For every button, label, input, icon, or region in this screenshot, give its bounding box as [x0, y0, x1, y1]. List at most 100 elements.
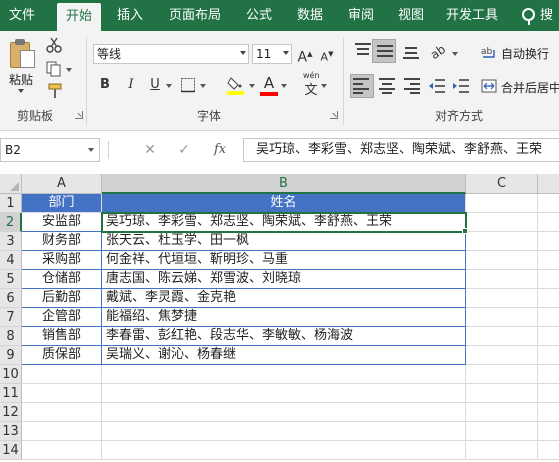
empty-cell[interactable]: [538, 384, 559, 403]
paste-icon[interactable]: [10, 39, 36, 69]
insert-function-button[interactable]: fx: [214, 140, 234, 160]
fill-handle[interactable]: [462, 228, 468, 234]
borders-icon[interactable]: [180, 77, 196, 93]
table-cell-names[interactable]: 吴瑞义、谢沁、杨春继: [102, 346, 466, 365]
empty-cell[interactable]: [466, 365, 538, 384]
table-cell-department[interactable]: 财务部: [22, 232, 102, 251]
bold-button[interactable]: B: [96, 75, 114, 95]
font-color-icon[interactable]: A: [260, 73, 278, 93]
tab-file[interactable]: 文件: [0, 0, 44, 31]
row-header[interactable]: 8: [0, 327, 22, 346]
wrap-text-icon[interactable]: ab: [481, 44, 497, 60]
align-right-icon[interactable]: [402, 78, 420, 94]
column-header-c[interactable]: C: [466, 174, 538, 194]
row-header[interactable]: 9: [0, 346, 22, 365]
row-header[interactable]: 1: [0, 194, 22, 213]
row-header[interactable]: 2: [0, 213, 22, 232]
empty-cell[interactable]: [538, 194, 559, 213]
merge-center-button[interactable]: 合并后居中: [501, 79, 559, 96]
empty-cell[interactable]: [22, 403, 102, 422]
orientation-dropdown-icon[interactable]: [452, 52, 458, 56]
row-header[interactable]: 12: [0, 403, 22, 422]
phonetic-guide-icon[interactable]: 文: [303, 81, 319, 101]
empty-cell[interactable]: [22, 441, 102, 460]
table-cell-names[interactable]: 唐志国、陈云娣、郑雪波、刘晓琼: [102, 270, 466, 289]
empty-cell[interactable]: [102, 441, 466, 460]
empty-cell[interactable]: [538, 365, 559, 384]
empty-cell[interactable]: [466, 194, 538, 213]
tab-data[interactable]: 数据: [288, 0, 332, 31]
table-header-name[interactable]: 姓名: [102, 194, 466, 213]
empty-cell[interactable]: [538, 251, 559, 270]
tab-developer[interactable]: 开发工具: [440, 0, 504, 31]
table-cell-names[interactable]: 戴斌、李灵霞、金克艳: [102, 289, 466, 308]
cancel-icon[interactable]: ✕: [140, 140, 160, 160]
align-left-icon[interactable]: [353, 78, 371, 94]
grow-font-icon[interactable]: A▲: [296, 44, 314, 66]
phonetic-dropdown-icon[interactable]: [321, 84, 327, 88]
empty-cell[interactable]: [466, 327, 538, 346]
table-cell-department[interactable]: 安监部: [22, 213, 102, 232]
underline-button[interactable]: U: [146, 75, 164, 95]
italic-button[interactable]: I: [122, 75, 140, 95]
empty-cell[interactable]: [466, 403, 538, 422]
empty-cell[interactable]: [22, 384, 102, 403]
row-header[interactable]: 7: [0, 308, 22, 327]
empty-cell[interactable]: [538, 213, 559, 232]
row-header[interactable]: 11: [0, 384, 22, 403]
table-cell-department[interactable]: 企管部: [22, 308, 102, 327]
column-header-a[interactable]: A: [22, 174, 102, 194]
empty-cell[interactable]: [538, 441, 559, 460]
font-color-dropdown-icon[interactable]: [281, 84, 287, 88]
row-header[interactable]: 5: [0, 270, 22, 289]
font-dialog-launcher-icon[interactable]: [330, 111, 338, 119]
table-cell-names[interactable]: 李春雷、彭红艳、段志华、李敏敏、杨海波: [102, 327, 466, 346]
tab-insert[interactable]: 插入: [108, 0, 152, 31]
empty-cell[interactable]: [466, 346, 538, 365]
formula-input[interactable]: 吴巧琼、李彩雪、郑志坚、陶荣斌、李舒燕、王荣: [243, 138, 559, 162]
cut-icon[interactable]: [46, 37, 62, 53]
name-box-dropdown-icon[interactable]: [88, 148, 94, 152]
font-size-dropdown-icon[interactable]: [283, 51, 289, 55]
paste-dropdown-icon[interactable]: [18, 89, 24, 93]
empty-cell[interactable]: [22, 365, 102, 384]
empty-cell[interactable]: [466, 251, 538, 270]
fill-color-icon[interactable]: [226, 75, 246, 95]
select-all-button[interactable]: [0, 174, 22, 194]
align-center-icon[interactable]: [378, 78, 396, 94]
empty-cell[interactable]: [466, 441, 538, 460]
wrap-text-button[interactable]: 自动换行: [501, 45, 549, 62]
copy-icon[interactable]: [46, 61, 62, 77]
empty-cell[interactable]: [538, 422, 559, 441]
column-header-d[interactable]: [538, 174, 559, 194]
paste-button[interactable]: 粘贴: [9, 71, 33, 88]
empty-cell[interactable]: [538, 289, 559, 308]
table-cell-names[interactable]: 能福绍、焦梦捷: [102, 308, 466, 327]
empty-cell[interactable]: [466, 232, 538, 251]
empty-cell[interactable]: [466, 289, 538, 308]
copy-dropdown-icon[interactable]: [66, 68, 72, 72]
align-bottom-icon[interactable]: [402, 43, 420, 59]
empty-cell[interactable]: [466, 384, 538, 403]
empty-cell[interactable]: [102, 403, 466, 422]
table-cell-department[interactable]: 仓储部: [22, 270, 102, 289]
table-cell-department[interactable]: 采购部: [22, 251, 102, 270]
table-cell-names[interactable]: 何金祥、代垣垣、靳明珍、马重: [102, 251, 466, 270]
empty-cell[interactable]: [466, 213, 538, 232]
merge-center-icon[interactable]: [481, 78, 497, 94]
empty-cell[interactable]: [466, 308, 538, 327]
tab-formulas[interactable]: 公式: [237, 0, 281, 31]
empty-cell[interactable]: [538, 232, 559, 251]
clipboard-dialog-launcher-icon[interactable]: [75, 111, 83, 119]
borders-dropdown-icon[interactable]: [200, 84, 206, 88]
empty-cell[interactable]: [538, 327, 559, 346]
format-painter-icon[interactable]: [46, 83, 64, 99]
empty-cell[interactable]: [538, 346, 559, 365]
font-family-select[interactable]: 等线: [93, 44, 249, 64]
empty-cell[interactable]: [538, 403, 559, 422]
row-header[interactable]: 14: [0, 441, 22, 460]
table-header-department[interactable]: 部门: [22, 194, 102, 213]
empty-cell[interactable]: [538, 270, 559, 289]
tab-view[interactable]: 视图: [389, 0, 433, 31]
underline-dropdown-icon[interactable]: [166, 84, 172, 88]
